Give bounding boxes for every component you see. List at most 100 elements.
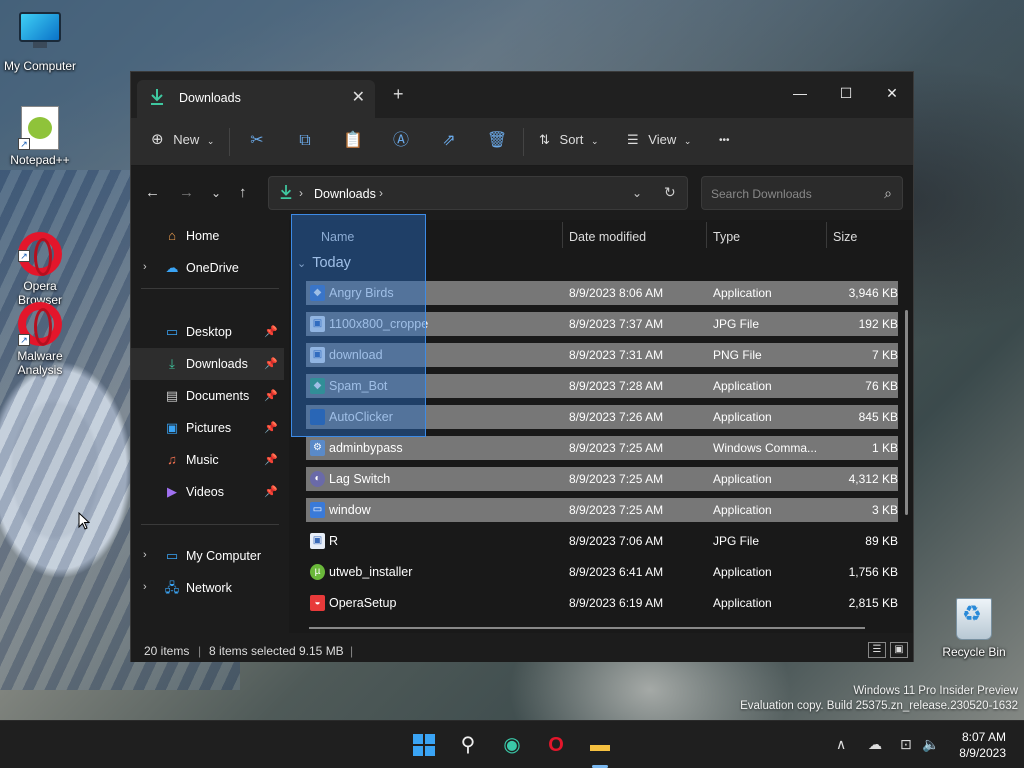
paste-icon[interactable]: 📋 xyxy=(342,130,364,152)
network-disconnected-icon[interactable]: ☁ xyxy=(868,736,882,753)
nav-item-downloads[interactable]: ⤓ Downloads 📌 xyxy=(131,348,284,380)
vertical-scrollbar[interactable] xyxy=(905,310,908,515)
nav-item-onedrive[interactable]: › ☁ OneDrive xyxy=(131,252,284,284)
expand-chevron-icon[interactable]: › xyxy=(143,581,147,593)
nav-item-my-computer[interactable]: › ▭ My Computer xyxy=(131,540,284,572)
maximize-button[interactable]: ☐ xyxy=(823,78,869,108)
column-separator[interactable] xyxy=(562,222,563,248)
nav-item-desktop[interactable]: ▭ Desktop 📌 xyxy=(131,316,284,348)
network-icon[interactable]: ⊡ xyxy=(900,736,912,753)
search-input[interactable]: Search Downloads xyxy=(711,187,812,201)
windows-logo-icon xyxy=(413,734,435,756)
image-file-icon: ▣ xyxy=(310,533,325,549)
column-header-date[interactable]: Date modified xyxy=(569,230,646,244)
column-separator[interactable] xyxy=(826,222,827,248)
column-separator[interactable] xyxy=(706,222,707,248)
nav-item-videos[interactable]: ▶ Videos 📌 xyxy=(131,476,284,508)
start-button[interactable] xyxy=(408,729,440,761)
view-button[interactable]: ☰ View ⌄ xyxy=(627,132,691,148)
desktop-icon-label: Malware Analysis xyxy=(17,349,63,377)
explorer-body: ⌂ Home › ☁ OneDrive ▭ Desktop 📌 ⤓ Downlo… xyxy=(131,220,913,633)
pin-icon[interactable]: 📌 xyxy=(264,357,278,370)
file-explorer-icon[interactable]: ▬ xyxy=(584,729,616,761)
file-row[interactable]: ⚙ adminbypass 8/9/2023 7:25 AM Windows C… xyxy=(306,436,898,460)
delete-icon[interactable]: 🗑 xyxy=(486,130,508,152)
desktop-icon-recycle-bin[interactable]: Recycle Bin xyxy=(934,598,1014,659)
expand-chevron-icon[interactable]: › xyxy=(143,549,147,561)
pin-icon[interactable]: 📌 xyxy=(264,453,278,466)
cut-icon[interactable]: ✂ xyxy=(246,130,268,152)
column-header-type[interactable]: Type xyxy=(713,230,740,244)
volume-icon[interactable]: 🔈 xyxy=(922,736,939,753)
share-icon[interactable]: ⇗ xyxy=(438,130,460,152)
system-clock[interactable]: 8:07 AM 8/9/2023 xyxy=(959,729,1006,761)
refresh-icon[interactable]: ↻ xyxy=(664,184,676,201)
address-dropdown-icon[interactable]: ⌄ xyxy=(632,186,642,200)
file-name: utweb_installer xyxy=(329,565,413,579)
nav-item-music[interactable]: ♫ Music 📌 xyxy=(131,444,284,476)
expand-chevron-icon[interactable]: › xyxy=(143,261,147,273)
forward-button[interactable]: → xyxy=(179,184,194,201)
chevron-down-icon: ⌄ xyxy=(683,136,692,146)
file-row[interactable]: ▭ window 8/9/2023 7:25 AM Application 3 … xyxy=(306,498,898,522)
nav-item-network[interactable]: › 🖧 Network xyxy=(131,572,284,604)
search-icon: ⌕ xyxy=(884,185,892,201)
taskbar: ⚲ ◉ O ▬ ∧ ☁ ⊡ 🔈 8:07 AM 8/9/2023 xyxy=(0,720,1024,768)
nav-item-pictures[interactable]: ▣ Pictures 📌 xyxy=(131,412,284,444)
sort-button[interactable]: ⇅ Sort ⌄ xyxy=(539,132,599,148)
desktop-icon-my-computer[interactable]: My Computer xyxy=(0,12,80,73)
address-bar[interactable]: › Downloads › ⌄ ↻ xyxy=(268,176,688,210)
more-options-button[interactable]: ••• xyxy=(719,135,730,146)
close-window-button[interactable]: ✕ xyxy=(869,78,915,108)
new-tab-button[interactable]: + xyxy=(393,84,404,105)
breadcrumb-downloads[interactable]: Downloads xyxy=(314,187,376,201)
desktop-icon-label: Notepad++ xyxy=(10,153,70,167)
recent-locations-button[interactable]: ⌄ xyxy=(211,186,221,200)
nav-divider xyxy=(141,524,279,525)
up-button[interactable]: ↑ xyxy=(239,184,247,201)
file-type: Application xyxy=(713,596,772,610)
file-size: 3 KB xyxy=(871,503,898,517)
minimize-button[interactable]: — xyxy=(777,78,823,108)
back-button[interactable]: ← xyxy=(145,184,160,201)
title-bar[interactable]: Downloads ✕ + — ☐ ✕ xyxy=(131,72,913,118)
tiles-view-button[interactable]: ▣ xyxy=(890,642,908,658)
close-tab-icon[interactable]: ✕ xyxy=(352,87,365,107)
desktop-icon-notepadpp[interactable]: ↗ Notepad++ xyxy=(0,106,80,167)
column-header-size[interactable]: Size xyxy=(833,230,857,244)
file-type: Application xyxy=(713,503,772,517)
pin-icon[interactable]: 📌 xyxy=(264,485,278,498)
desktop-icon-malware-analysis[interactable]: ↗ Malware Analysis xyxy=(0,302,80,377)
breadcrumb-chevron-icon[interactable]: › xyxy=(299,186,303,200)
pin-icon[interactable]: 📌 xyxy=(264,325,278,338)
notepadpp-icon: ↗ xyxy=(18,106,62,150)
tab-downloads[interactable]: Downloads ✕ xyxy=(137,80,375,118)
show-hidden-icons-chevron-icon[interactable]: ∧ xyxy=(836,736,846,753)
file-type: Application xyxy=(713,472,772,486)
search-icon[interactable]: ⚲ xyxy=(452,729,484,761)
toolbar-separator xyxy=(523,128,524,156)
file-row[interactable]: ▣ R 8/9/2023 7:06 AM JPG File 89 KB xyxy=(306,529,898,553)
details-view-button[interactable]: ☰ xyxy=(868,642,886,658)
new-button[interactable]: ⊕ New ⌄ xyxy=(151,130,214,148)
copy-icon[interactable]: ⧉ xyxy=(294,130,316,152)
edge-browser-icon[interactable]: ◉ xyxy=(496,729,528,761)
file-row[interactable]: µ utweb_installer 8/9/2023 6:41 AM Appli… xyxy=(306,560,898,584)
nav-item-home[interactable]: ⌂ Home xyxy=(131,220,284,252)
breadcrumb-chevron-icon[interactable]: › xyxy=(379,186,383,200)
plus-circle-icon: ⊕ xyxy=(151,131,164,148)
opera-browser-icon[interactable]: O xyxy=(540,729,572,761)
file-size: 1,756 KB xyxy=(848,565,898,579)
rename-icon[interactable]: Ⓐ xyxy=(390,130,412,152)
music-icon: ♫ xyxy=(167,452,177,467)
recycle-bin-icon xyxy=(952,598,996,642)
search-box[interactable]: Search Downloads ⌕ xyxy=(701,176,903,210)
file-row[interactable]: ◐ Lag Switch 8/9/2023 7:25 AM Applicatio… xyxy=(306,467,898,491)
file-row[interactable]: ◒ OperaSetup 8/9/2023 6:19 AM Applicatio… xyxy=(306,591,898,615)
pin-icon[interactable]: 📌 xyxy=(264,421,278,434)
utorrent-icon: µ xyxy=(310,564,325,580)
nav-item-documents[interactable]: ▤ Documents 📌 xyxy=(131,380,284,412)
pin-icon[interactable]: 📌 xyxy=(264,389,278,402)
horizontal-scrollbar[interactable] xyxy=(309,627,865,629)
nav-label: Desktop xyxy=(186,325,232,339)
